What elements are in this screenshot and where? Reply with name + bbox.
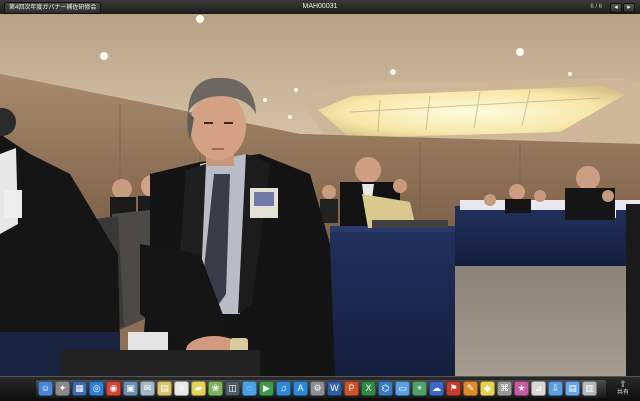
documents-folder-icon[interactable]: ▤ <box>565 380 580 396</box>
keynote-icon[interactable]: ◆ <box>480 380 495 396</box>
map-icon[interactable]: ⌖ <box>412 380 427 396</box>
photo-viewport <box>0 14 640 376</box>
title-bar: 第4回次年度ガバナー補佐研修会 MAH00031 6 / 6 ◂ ▸ <box>0 0 640 15</box>
share-label: 共有 <box>616 390 629 396</box>
calendar-icon[interactable]: 6 <box>174 380 189 396</box>
itunes-icon[interactable]: ♫ <box>276 380 291 396</box>
share-button[interactable]: ⇪ 共有 <box>612 379 634 399</box>
share-icon: ⇪ <box>619 379 627 389</box>
messenger-icon[interactable]: ☁ <box>429 380 444 396</box>
notes-icon[interactable]: ▤ <box>157 380 172 396</box>
pages-icon[interactable]: ✎ <box>463 380 478 396</box>
image-capture-icon[interactable]: ◫ <box>225 380 240 396</box>
stickies-icon[interactable]: ▰ <box>191 380 206 396</box>
next-button[interactable]: ▸ <box>623 3 635 13</box>
wristwatch <box>230 338 248 352</box>
preview-icon[interactable]: ▣ <box>123 380 138 396</box>
launchpad-icon[interactable]: ✦ <box>55 380 70 396</box>
mail-icon[interactable]: ✉ <box>140 380 155 396</box>
conference-photo <box>0 14 640 376</box>
app-store-icon[interactable]: A <box>293 380 308 396</box>
trash-icon[interactable]: ▥ <box>582 380 597 396</box>
safari-icon[interactable]: ◎ <box>89 380 104 396</box>
system-preferences-icon[interactable]: ⚙ <box>310 380 325 396</box>
dock-icons: ☺ ✦ ▦ ◎ ◉ ▣ ✉ ▤ 6 ▰ ❀ ◫ ◌ ▶ ♫ A ⚙ W P X ⌬ ▭ ⌖ ☁ ⚑ ✎ ◆ ⌘ ★ ⊿ ⇩ ▤ ▥ <box>38 380 597 396</box>
excel-icon[interactable]: X <box>361 380 376 396</box>
front-table <box>330 228 455 376</box>
window-title: MAH00031 <box>302 3 338 10</box>
utility-icon[interactable]: ⌘ <box>497 380 512 396</box>
acrobat-icon[interactable]: ⚑ <box>446 380 461 396</box>
grapher-icon[interactable]: ⊿ <box>531 380 546 396</box>
mission-control-icon[interactable]: ▦ <box>72 380 87 396</box>
finder-icon[interactable]: ☺ <box>38 380 53 396</box>
chrome-icon[interactable]: ◉ <box>106 380 121 396</box>
dock: ☺ ✦ ▦ ◎ ◉ ▣ ✉ ▤ 6 ▰ ❀ ◫ ◌ ▶ ♫ A ⚙ W P X ⌬ ▭ ⌖ ☁ ⚑ ✎ ◆ ⌘ ★ ⊿ ⇩ ▤ ▥ ⇪ 共有 <box>0 376 640 401</box>
word-icon[interactable]: W <box>327 380 342 396</box>
previous-button[interactable]: ◂ <box>610 3 622 13</box>
network-icon[interactable]: ⌬ <box>378 380 393 396</box>
image-counter: 6 / 6 <box>590 4 602 10</box>
facetime-icon[interactable]: ▶ <box>259 380 274 396</box>
itunes-store-icon[interactable]: ★ <box>514 380 529 396</box>
messages-icon[interactable]: ◌ <box>242 380 257 396</box>
downloads-folder-icon[interactable]: ⇩ <box>548 380 563 396</box>
folder-icon[interactable]: ▭ <box>395 380 410 396</box>
photos-icon[interactable]: ❀ <box>208 380 223 396</box>
powerpoint-icon[interactable]: P <box>344 380 359 396</box>
